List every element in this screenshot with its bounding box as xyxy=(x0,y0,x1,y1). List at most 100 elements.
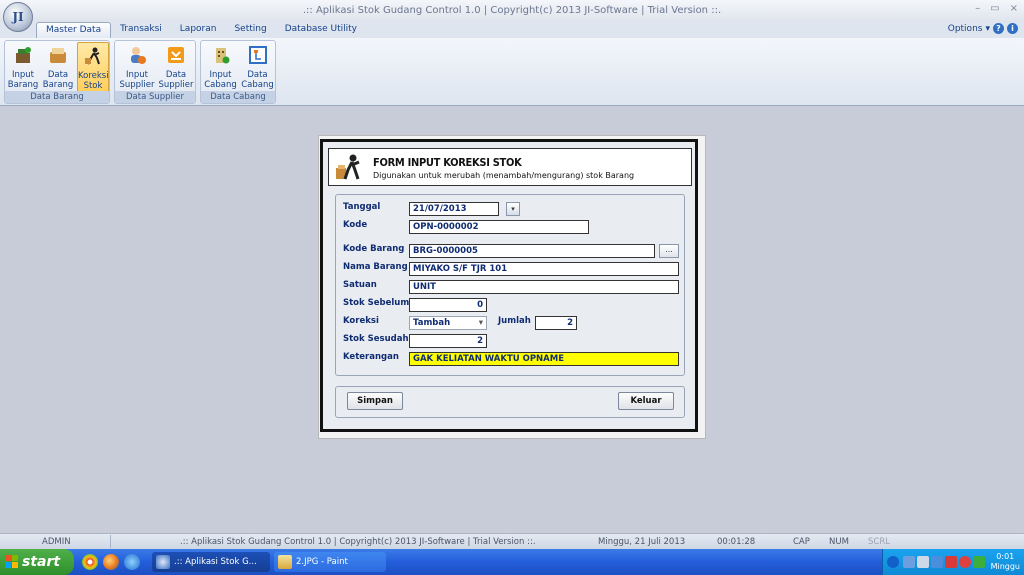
tab-setting[interactable]: Setting xyxy=(225,22,275,38)
clock-day: Minggu xyxy=(990,562,1020,571)
status-time: 00:01:28 xyxy=(717,537,756,547)
antivirus-icon[interactable] xyxy=(959,556,971,568)
keluar-button[interactable]: Keluar xyxy=(618,392,674,410)
internet-explorer-icon[interactable] xyxy=(124,554,140,570)
network-icon[interactable] xyxy=(903,556,915,568)
kode-input[interactable]: OPN-0000002 xyxy=(409,220,589,234)
stok-sesudah-input[interactable]: 2 xyxy=(409,334,487,348)
form-title: FORM INPUT KOREKSI STOK xyxy=(373,156,522,169)
window-controls: – ▭ × xyxy=(975,3,1018,14)
data-barang-label-1: Data xyxy=(47,70,69,80)
kode-barang-input[interactable]: BRG-0000005 xyxy=(409,244,655,258)
status-num: NUM xyxy=(829,537,849,547)
group-label-data-barang: Data Barang xyxy=(5,91,109,103)
label-jumlah: Jumlah xyxy=(498,316,531,326)
input-barang-icon xyxy=(16,47,31,63)
tab-laporan[interactable]: Laporan xyxy=(171,22,226,38)
label-nama-barang: Nama Barang xyxy=(343,262,408,272)
ribbon-group-data-cabang: Input Cabang Data Cabang Data Cabang xyxy=(200,40,276,104)
ribbon: Input Barang Data Barang Koreksi Stok Da… xyxy=(0,38,1024,106)
chrome-icon[interactable] xyxy=(82,554,98,570)
group-label-data-cabang: Data Cabang xyxy=(201,91,275,103)
title-bar: .:: Aplikasi Stok Gudang Control 1.0 | C… xyxy=(0,0,1024,22)
data-supplier-label-2: Supplier xyxy=(158,80,194,90)
status-user: ADMIN xyxy=(42,537,71,547)
label-stok-sesudah: Stok Sesudah xyxy=(343,334,409,344)
data-cabang-label-1: Data xyxy=(247,70,268,80)
minimize-button[interactable]: – xyxy=(975,3,980,14)
tray-expand-icon[interactable] xyxy=(887,556,899,568)
browse-barang-button[interactable]: ... xyxy=(659,244,679,258)
tab-transaksi[interactable]: Transaksi xyxy=(111,22,171,38)
input-cabang-icon xyxy=(215,48,229,64)
input-barang-label-1: Input xyxy=(11,70,34,80)
menu-tabs: Master Data Transaksi Laporan Setting Da… xyxy=(36,22,366,38)
stok-sebelum-input[interactable]: 0 xyxy=(409,298,487,312)
taskbar: start .:: Aplikasi Stok G... 2.JPG - Pai… xyxy=(0,549,1024,575)
data-barang-label-2: Barang xyxy=(42,80,74,90)
task-aplikasi-stok[interactable]: .:: Aplikasi Stok G... xyxy=(152,552,270,572)
data-supplier-button[interactable]: Data Supplier xyxy=(157,42,195,92)
label-keterangan: Keterangan xyxy=(343,352,399,362)
options-menu[interactable]: Options ▾ ? i xyxy=(948,23,1018,34)
koreksi-stok-button[interactable]: Koreksi Stok xyxy=(77,42,109,92)
form-subtitle: Digunakan untuk merubah (menambah/mengur… xyxy=(373,171,635,180)
display-icon[interactable] xyxy=(931,556,943,568)
koreksi-stok-icon xyxy=(336,154,360,180)
status-bar: ADMIN .:: Aplikasi Stok Gudang Control 1… xyxy=(0,533,1024,549)
data-barang-icon xyxy=(50,48,66,63)
data-supplier-label-1: Data xyxy=(165,70,187,80)
menu-bar: Master Data Transaksi Laporan Setting Da… xyxy=(0,22,1024,38)
update-icon[interactable] xyxy=(973,556,985,568)
start-button[interactable]: start xyxy=(0,549,74,575)
volume-icon[interactable] xyxy=(917,556,929,568)
chevron-down-icon: ▾ xyxy=(511,205,515,213)
simpan-button[interactable]: Simpan xyxy=(347,392,403,410)
tanggal-input[interactable]: 21/07/2013 xyxy=(409,202,499,216)
system-tray: 0:01 Minggu xyxy=(882,549,1024,575)
data-supplier-icon xyxy=(168,47,184,63)
tab-database-utility[interactable]: Database Utility xyxy=(276,22,366,38)
input-barang-button[interactable]: Input Barang xyxy=(7,42,39,92)
security-icon[interactable] xyxy=(945,556,957,568)
input-supplier-label-1: Input xyxy=(125,70,148,80)
close-button[interactable]: × xyxy=(1010,3,1018,14)
task-paint-label: 2.JPG - Paint xyxy=(296,557,348,567)
help-icon[interactable]: ? xyxy=(993,23,1004,34)
status-app: .:: Aplikasi Stok Gudang Control 1.0 | C… xyxy=(180,537,536,547)
chevron-down-icon: ▾ xyxy=(478,318,483,328)
restore-button[interactable]: ▭ xyxy=(990,3,999,14)
window-title: .:: Aplikasi Stok Gudang Control 1.0 | C… xyxy=(302,5,722,16)
input-supplier-label-2: Supplier xyxy=(119,80,155,90)
input-supplier-icon xyxy=(131,47,146,64)
task-paint[interactable]: 2.JPG - Paint xyxy=(274,552,386,572)
keterangan-input[interactable]: GAK KELIATAN WAKTU OPNAME xyxy=(409,352,679,366)
label-satuan: Satuan xyxy=(343,280,377,290)
label-kode: Kode xyxy=(343,220,368,230)
data-barang-button[interactable]: Data Barang xyxy=(42,42,74,92)
data-cabang-label-2: Cabang xyxy=(241,80,274,90)
status-scrl: SCRL xyxy=(868,537,890,547)
label-kode-barang: Kode Barang xyxy=(343,244,405,254)
calendar-dropdown-button[interactable]: ▾ xyxy=(506,202,520,216)
satuan-input[interactable]: UNIT xyxy=(409,280,679,294)
app-orb-button[interactable]: JI xyxy=(3,2,33,32)
nama-barang-input[interactable]: MIYAKO S/F TJR 101 xyxy=(409,262,679,276)
koreksi-select[interactable]: Tambah ▾ xyxy=(409,316,487,330)
windows-flag-icon xyxy=(5,555,18,568)
start-label: start xyxy=(22,554,61,570)
input-cabang-label-1: Input xyxy=(209,70,232,80)
paint-icon xyxy=(278,555,292,569)
ribbon-group-data-barang: Input Barang Data Barang Koreksi Stok Da… xyxy=(4,40,110,104)
input-cabang-button[interactable]: Input Cabang xyxy=(203,42,238,92)
jumlah-input[interactable]: 2 xyxy=(535,316,577,330)
input-supplier-button[interactable]: Input Supplier xyxy=(118,42,156,92)
app-orb-label: JI xyxy=(12,10,24,24)
ribbon-group-data-supplier: Input Supplier Data Supplier Data Suppli… xyxy=(114,40,196,104)
firefox-icon[interactable] xyxy=(103,554,119,570)
label-koreksi: Koreksi xyxy=(343,316,379,326)
data-cabang-button[interactable]: Data Cabang xyxy=(240,42,275,92)
tab-master-data[interactable]: Master Data xyxy=(36,22,112,38)
data-cabang-icon xyxy=(248,46,267,64)
info-icon[interactable]: i xyxy=(1007,23,1018,34)
